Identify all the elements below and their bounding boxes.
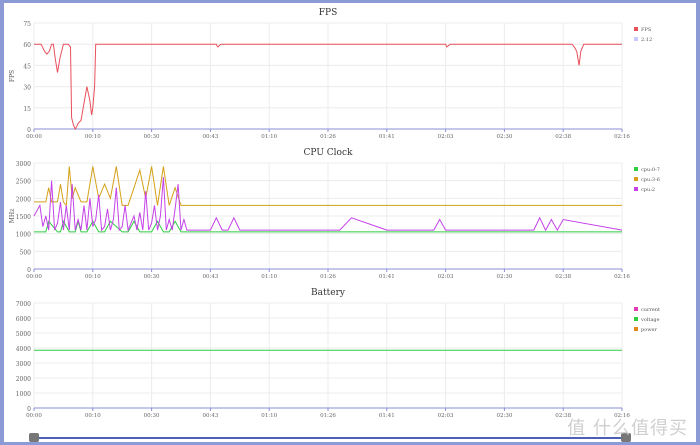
y-tick-label: 5000	[16, 331, 31, 338]
x-tick-label: 02:30	[496, 274, 512, 280]
x-tick-label: 02:16	[614, 274, 630, 280]
y-tick-label: 0	[27, 406, 31, 413]
x-tick-label: 00:30	[144, 134, 160, 140]
x-tick-label: 01:10	[261, 413, 277, 419]
y-tick-label: 45	[23, 63, 31, 70]
legend-label: cpu:0-7	[641, 167, 660, 173]
legend-label: current	[641, 307, 660, 313]
legend-swatch	[634, 187, 638, 191]
y-tick-label: 75	[23, 21, 31, 28]
chart-panel-0: FPS 0 15 30 45 60 75 00:00 00:10 00:30 00:43 01:10 0…	[9, 8, 652, 140]
x-tick-label: 00:43	[202, 274, 218, 280]
x-tick-label: 01:10	[261, 274, 277, 280]
y-tick-label: 1500	[16, 214, 31, 221]
x-tick-label: 00:43	[202, 413, 218, 419]
x-tick-label: 00:10	[85, 413, 101, 419]
x-tick-label: 01:41	[379, 413, 395, 419]
chart-frame: FPS 0 15 30 45 60 75 00:00 00:10 00:30 00:43 01:10 0…	[4, 3, 696, 442]
legend-label: power	[641, 327, 657, 333]
time-slider	[29, 433, 631, 442]
chart-panel-1: CPU Clock 0 500 1000 1500 2000 2500 3000 00:00 00…	[9, 148, 660, 280]
legend-swatch	[634, 27, 638, 31]
x-tick-label: 01:26	[320, 274, 336, 280]
x-tick-label: 00:30	[144, 413, 160, 419]
legend-label: cpu:3-6	[641, 177, 660, 183]
y-tick-label: 1000	[16, 391, 31, 398]
x-tick-label: 01:41	[379, 274, 395, 280]
y-tick-label: 4000	[16, 346, 31, 353]
y-tick-label: 2500	[16, 179, 31, 186]
x-tick-label: 02:03	[438, 134, 454, 140]
y-tick-label: 30	[23, 85, 31, 92]
y-tick-label: 0	[27, 127, 31, 134]
legend-swatch	[634, 37, 638, 41]
watermark: 值 什么值得买	[567, 418, 688, 439]
x-tick-label: 01:26	[320, 134, 336, 140]
y-tick-label: 7000	[16, 301, 31, 308]
y-tick-label: 2000	[16, 376, 31, 383]
y-tick-label: 0	[27, 267, 31, 274]
x-tick-label: 00:00	[26, 134, 42, 140]
x-tick-label: 02:30	[496, 413, 512, 419]
x-tick-label: 02:38	[555, 274, 571, 280]
x-tick-label: 01:41	[379, 134, 395, 140]
y-axis-label: MHz	[9, 209, 16, 224]
x-tick-label: 00:10	[85, 274, 101, 280]
x-tick-label: 01:26	[320, 413, 336, 419]
x-tick-label: 02:03	[438, 274, 454, 280]
y-tick-label: 2000	[16, 196, 31, 203]
legend-label: 2.12	[641, 37, 652, 43]
slider-handle-left[interactable]	[29, 433, 39, 442]
x-tick-label: 00:10	[85, 134, 101, 140]
y-tick-label: 3000	[16, 161, 31, 168]
chart-title: Battery	[311, 288, 346, 298]
chart-panel-2: Battery 0 1000 2000 3000 4000 5000 6000 7000 00:0…	[16, 288, 660, 419]
x-tick-label: 00:00	[26, 274, 42, 280]
x-tick-label: 00:43	[202, 134, 218, 140]
legend-swatch	[634, 317, 638, 321]
x-tick-label: 00:30	[144, 274, 160, 280]
x-tick-label: 02:16	[614, 134, 630, 140]
x-tick-label: 00:00	[26, 413, 42, 419]
y-axis-label: FPS	[9, 70, 16, 82]
chart-title: CPU Clock	[304, 148, 353, 158]
y-tick-label: 60	[23, 42, 31, 49]
legend-label: cpu:2	[641, 187, 655, 193]
legend-label: FPS	[641, 27, 652, 33]
legend-swatch	[634, 327, 638, 331]
chart-title: FPS	[319, 8, 337, 18]
legend-swatch	[634, 177, 638, 181]
y-tick-label: 500	[20, 249, 32, 256]
y-tick-label: 1000	[16, 232, 31, 239]
x-tick-label: 02:38	[555, 134, 571, 140]
y-tick-label: 15	[23, 106, 31, 113]
y-tick-label: 3000	[16, 361, 31, 368]
charts-svg: FPS 0 15 30 45 60 75 00:00 00:10 00:30 00:43 01:10 0…	[9, 8, 660, 442]
y-tick-label: 6000	[16, 316, 31, 323]
x-tick-label: 01:10	[261, 134, 277, 140]
x-tick-label: 02:03	[438, 413, 454, 419]
x-tick-label: 02:30	[496, 134, 512, 140]
legend-label: voltage	[640, 317, 660, 323]
legend-swatch	[634, 307, 638, 311]
legend-swatch	[634, 167, 638, 171]
